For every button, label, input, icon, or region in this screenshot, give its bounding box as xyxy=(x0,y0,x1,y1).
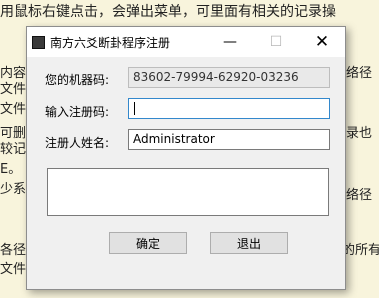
minimize-button[interactable]: — xyxy=(207,27,253,57)
background-text-fragment: 文件 xyxy=(0,82,27,97)
machine-code-field[interactable]: 83602-79994-62920-03236 xyxy=(128,67,330,88)
reg-code-label: 输入注册码: xyxy=(45,105,110,119)
dialog-titlebar[interactable]: 南方六爻断卦程序注册 — ☐ ✕ xyxy=(27,27,345,57)
maximize-button[interactable]: ☐ xyxy=(253,27,299,57)
background-text-fragment: 络径 xyxy=(346,66,373,81)
machine-code-label: 您的机器码: xyxy=(45,73,110,87)
background-text-fragment: 少系 xyxy=(0,182,27,197)
background-text-fragment: 内容 xyxy=(0,66,27,81)
background-text-fragment: 可删 xyxy=(0,126,27,141)
background-text-fragment: E。 xyxy=(0,162,22,177)
background-text-fragment: 的所有 xyxy=(342,243,379,258)
ok-button[interactable]: 确定 xyxy=(109,232,187,254)
reg-code-input[interactable] xyxy=(128,98,330,119)
background-text-line: 用鼠标右键点击，会弹出菜单，可里面有相关的记录操 xyxy=(0,4,336,20)
info-textarea[interactable] xyxy=(47,168,329,216)
app-icon xyxy=(32,36,45,49)
registrant-name-input[interactable]: Administrator xyxy=(128,129,330,150)
dialog-title: 南方六爻断卦程序注册 xyxy=(50,36,171,50)
close-button[interactable]: ✕ xyxy=(299,27,345,57)
background-text-fragment: 录也 xyxy=(346,126,373,141)
registration-dialog: 南方六爻断卦程序注册 — ☐ ✕ 您的机器码: 83602-79994-6292… xyxy=(26,26,346,290)
text-caret xyxy=(134,102,135,115)
background-text-fragment: 各径 xyxy=(0,243,27,258)
exit-button[interactable]: 退出 xyxy=(210,232,288,254)
background-text-fragment: 络径 xyxy=(346,188,373,203)
registrant-label: 注册人姓名: xyxy=(45,136,110,150)
